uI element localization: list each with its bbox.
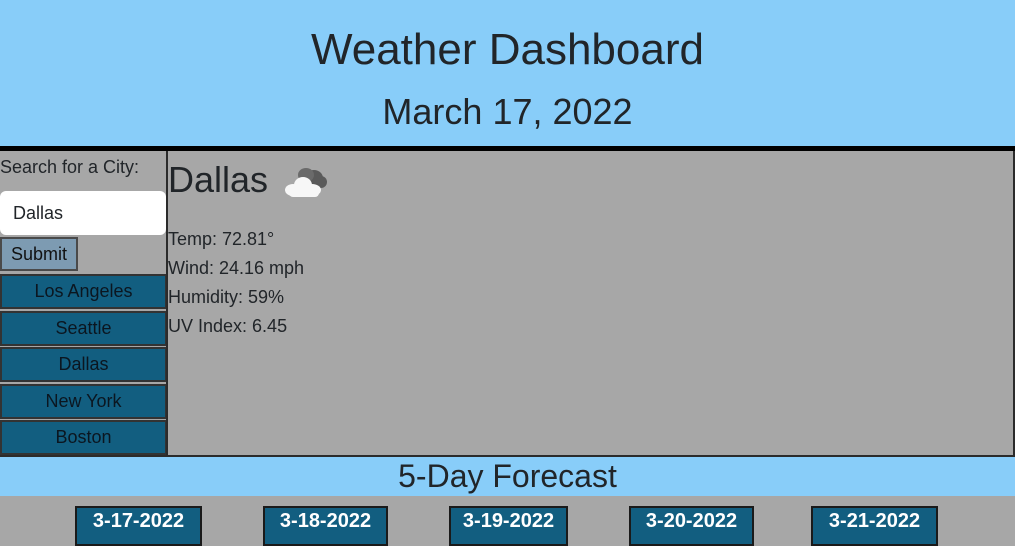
city-button-dallas[interactable]: Dallas — [0, 347, 167, 382]
forecast-card-day-5: 3-21-2022 — [811, 506, 938, 546]
temperature-value: Temp: 72.81° — [168, 229, 275, 249]
wind-value: Wind: 24.16 mph — [168, 258, 305, 278]
city-button-new-york[interactable]: New York — [0, 383, 167, 419]
search-sidebar: Search for a City: Submit Los Angeles Se… — [0, 151, 167, 455]
forecast-card-day-1: 3-17-2022 — [75, 506, 202, 546]
cloud-icon — [285, 168, 327, 197]
current-weather-panel: Dallas Temp: 72.81° Wind: 24.16 mph Humi… — [168, 151, 1015, 455]
forecast-title: 5-Day Forecast — [398, 458, 617, 494]
uv-index-value: UV Index: 6.45 — [168, 316, 288, 336]
city-button-boston[interactable]: Boston — [0, 420, 167, 455]
search-label: Search for a City: — [0, 157, 140, 177]
forecast-card-day-3: 3-19-2022 — [449, 506, 568, 546]
forecast-card-day-4: 3-20-2022 — [629, 506, 754, 546]
city-button-seattle[interactable]: Seattle — [0, 310, 167, 346]
city-search-input[interactable] — [0, 191, 166, 235]
submit-button[interactable]: Submit — [0, 237, 78, 271]
page-title: Weather Dashboard — [311, 25, 704, 74]
forecast-card-day-2: 3-18-2022 — [263, 506, 388, 546]
city-button-los-angeles[interactable]: Los Angeles — [0, 274, 167, 309]
current-date: March 17, 2022 — [382, 91, 633, 132]
current-city-name: Dallas — [168, 159, 269, 200]
page-header: Weather Dashboard March 17, 2022 — [0, 0, 1015, 146]
forecast-header: 5-Day Forecast — [0, 455, 1015, 496]
humidity-value: Humidity: 59% — [168, 287, 285, 307]
forecast-cards: 3-17-2022 3-18-2022 3-19-2022 3-20-2022 … — [0, 496, 1015, 546]
search-history-list: Los Angeles Seattle Dallas New York Bost… — [0, 274, 167, 457]
